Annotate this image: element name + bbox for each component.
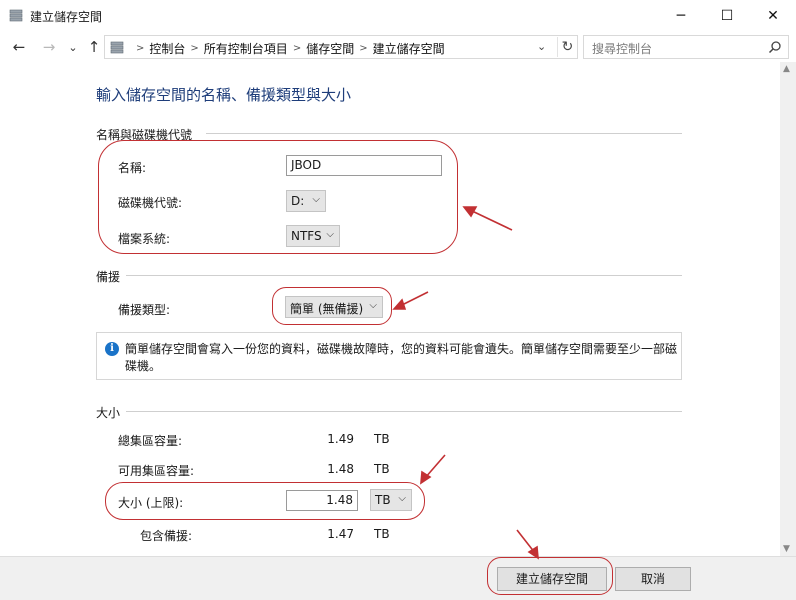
- storage-spaces-icon: [9, 9, 23, 22]
- breadcrumb-item-storage-spaces[interactable]: 儲存空間: [306, 40, 354, 57]
- section-divider: [126, 275, 682, 276]
- up-arrow-icon: ↑: [87, 38, 101, 56]
- page-title: 輸入儲存空間的名稱、備援類型與大小: [96, 86, 352, 104]
- maximize-button[interactable]: ☐: [704, 0, 750, 32]
- back-button[interactable]: ←: [8, 36, 30, 58]
- address-dropdown-icon[interactable]: ⌄: [537, 40, 546, 53]
- breadcrumb-separator[interactable]: >: [359, 43, 367, 54]
- refresh-icon: ↻: [561, 39, 574, 55]
- breadcrumb-separator: >: [136, 43, 145, 54]
- breadcrumb-item-create-space[interactable]: 建立儲存空間: [373, 40, 445, 57]
- search-placeholder: 搜尋控制台: [592, 42, 653, 56]
- title-bar: 建立儲存空間 ─ ☐ ✕: [0, 0, 796, 32]
- scroll-down-icon[interactable]: ▼: [783, 544, 790, 554]
- breadcrumb: > 控制台 > 所有控制台項目 > 儲存空間 > 建立儲存空間: [131, 40, 445, 57]
- search-icon: [768, 41, 781, 54]
- info-panel: i 簡單儲存空間會寫入一份您的資料，磁碟機故障時，您的資料可能會遺失。簡單儲存空…: [96, 332, 682, 380]
- info-icon: i: [105, 342, 119, 356]
- annotation-highlight-create-button: [487, 557, 613, 595]
- back-arrow-icon: ←: [12, 38, 26, 56]
- breadcrumb-item-all-items[interactable]: 所有控制台項目: [204, 40, 288, 57]
- breadcrumb-item-control-panel[interactable]: 控制台: [149, 40, 185, 57]
- including-resiliency-unit: TB: [374, 527, 390, 541]
- total-capacity-label: 總集區容量:: [118, 434, 183, 448]
- navigation-bar: ← → ⌄ ↑ > 控制台 > 所有控制台項目 > 儲存空間 > 建立儲存空間 …: [0, 32, 796, 62]
- available-capacity-label: 可用集區容量:: [118, 464, 195, 478]
- cancel-button[interactable]: 取消: [615, 567, 691, 591]
- breadcrumb-separator[interactable]: >: [190, 43, 198, 54]
- annotation-highlight-resiliency: [272, 287, 392, 325]
- minimize-icon: ─: [676, 8, 686, 24]
- scroll-up-icon[interactable]: ▲: [783, 64, 790, 74]
- recent-locations-button[interactable]: ⌄: [62, 36, 84, 58]
- breadcrumb-separator[interactable]: >: [293, 43, 301, 54]
- refresh-button[interactable]: ↻: [557, 37, 577, 57]
- search-input[interactable]: 搜尋控制台: [583, 35, 789, 59]
- forward-arrow-icon: →: [42, 38, 56, 56]
- including-resiliency-value: 1.47: [327, 527, 354, 541]
- maximize-icon: ☐: [720, 8, 734, 24]
- dialog-footer: 建立儲存空間 取消: [0, 556, 796, 600]
- vertical-scrollbar[interactable]: ▲ ▼: [780, 62, 796, 556]
- close-icon: ✕: [767, 8, 779, 24]
- info-text: 簡單儲存空間會寫入一份您的資料，磁碟機故障時，您的資料可能會遺失。簡單儲存空間需…: [125, 342, 678, 373]
- resiliency-type-label: 備援類型:: [118, 303, 171, 317]
- annotation-highlight-name-drive: [98, 140, 458, 254]
- annotation-highlight-size: [105, 482, 425, 520]
- available-capacity-value: 1.48: [327, 462, 354, 476]
- including-resiliency-label: 包含備援:: [140, 529, 193, 543]
- total-capacity-unit: TB: [374, 432, 390, 446]
- storage-spaces-icon: [110, 41, 124, 54]
- forward-button[interactable]: →: [38, 36, 60, 58]
- available-capacity-unit: TB: [374, 462, 390, 476]
- section-title-resiliency: 備援: [96, 270, 121, 284]
- section-divider: [126, 411, 682, 412]
- chevron-down-icon: ⌄: [68, 40, 78, 54]
- section-title-size: 大小: [96, 406, 121, 420]
- close-button[interactable]: ✕: [750, 0, 796, 32]
- total-capacity-value: 1.49: [327, 432, 354, 446]
- address-bar[interactable]: > 控制台 > 所有控制台項目 > 儲存空間 > 建立儲存空間 ⌄ ↻: [104, 35, 578, 59]
- minimize-button[interactable]: ─: [658, 0, 704, 32]
- up-button[interactable]: ↑: [83, 36, 105, 58]
- section-divider: [206, 133, 682, 134]
- window-title: 建立儲存空間: [30, 10, 103, 24]
